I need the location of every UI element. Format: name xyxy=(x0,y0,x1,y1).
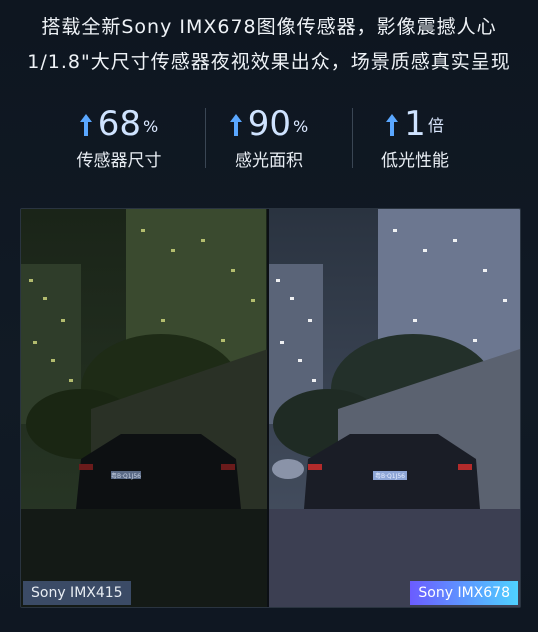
up-arrow-icon xyxy=(229,114,242,136)
license-plate: 粤B·Q1J56 xyxy=(111,472,141,480)
up-arrow-icon xyxy=(386,114,399,136)
stat-value: 1 xyxy=(404,104,426,144)
stat-unit: % xyxy=(293,117,309,136)
stat-unit: % xyxy=(143,117,159,136)
split-divider xyxy=(267,209,269,607)
stat-light-area: 90 % 感光面积 xyxy=(194,98,344,171)
photo-imx678: 粤B·Q1J56 xyxy=(268,209,520,607)
stat-label: 低光性能 xyxy=(381,151,449,171)
stats-row: 68 % 传感器尺寸 90 % 感光面积 1 倍 低光性能 xyxy=(0,98,538,178)
stat-low-light: 1 倍 低光性能 xyxy=(340,98,490,171)
stat-unit: 倍 xyxy=(427,116,444,135)
stat-value: 90 xyxy=(247,104,292,144)
stat-sensor-size: 68 % 传感器尺寸 xyxy=(44,98,194,171)
night-scene-dark: 粤B·Q1J56 xyxy=(21,209,268,607)
stat-label: 传感器尺寸 xyxy=(76,151,162,171)
headline-line-2: 1/1.8"大尺寸传感器夜视效果出众，场景质感真实呈现 xyxy=(27,51,511,73)
up-arrow-icon xyxy=(79,114,92,136)
comparison-photo: 粤B·Q1J56 粤B·Q1J56 Sony IMX415 Sony IMX67… xyxy=(20,208,521,608)
license-plate: 粤B·Q1J56 xyxy=(375,472,405,480)
photo-imx415: 粤B·Q1J56 xyxy=(21,209,268,607)
stat-value: 68 xyxy=(97,104,142,144)
badge-imx415: Sony IMX415 xyxy=(23,581,131,605)
stat-label: 感光面积 xyxy=(235,151,303,171)
night-scene-bright: 粤B·Q1J56 xyxy=(268,209,520,607)
headline-line-1: 搭载全新Sony IMX678图像传感器，影像震撼人心 xyxy=(41,16,497,38)
badge-imx678: Sony IMX678 xyxy=(410,581,518,605)
